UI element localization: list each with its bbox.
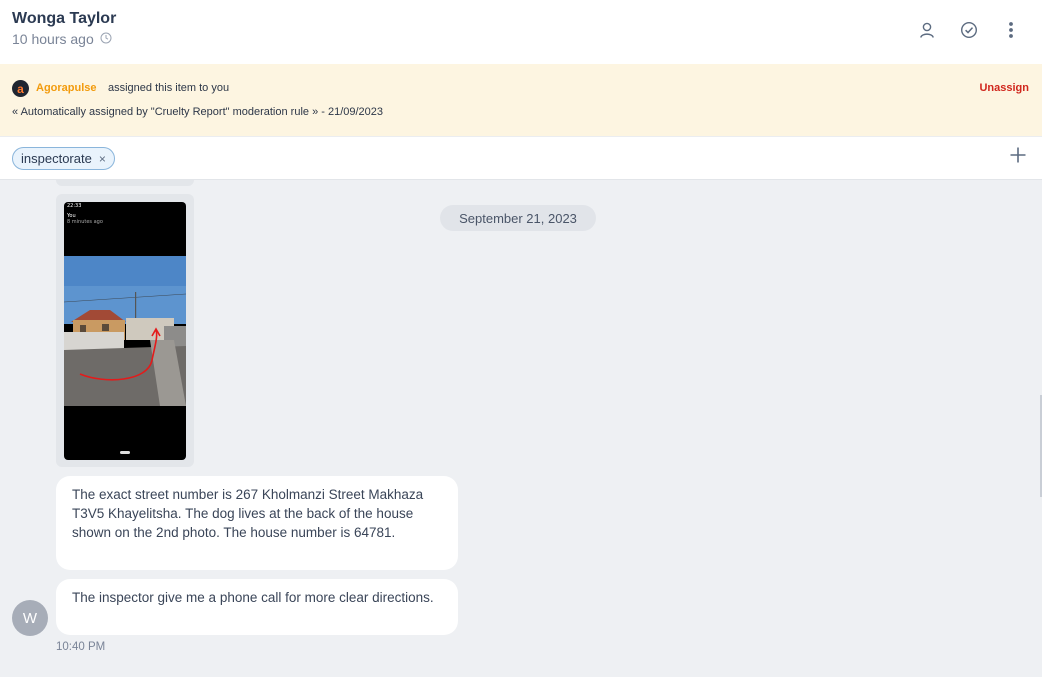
image-attachment[interactable]: 22:33 You 8 minutes ago — [56, 194, 194, 467]
check-circle-icon[interactable] — [958, 19, 980, 41]
plus-icon — [1010, 147, 1026, 168]
assignment-text: assigned this item to you — [108, 82, 230, 94]
more-vertical-icon[interactable] — [1000, 19, 1022, 41]
tag-remove-icon[interactable]: × — [99, 153, 106, 165]
phone-home-indicator — [120, 451, 130, 454]
phone-status-time: 22:33 — [67, 203, 82, 209]
agorapulse-logo-icon: a — [12, 80, 29, 97]
conversation-header: Wonga Taylor 10 hours ago — [0, 0, 1042, 64]
tag-label: inspectorate — [21, 151, 92, 166]
assigner-name: Agorapulse — [36, 82, 97, 94]
message-thread[interactable]: 22:33 You 8 minutes ago September 21, 20… — [0, 180, 1042, 677]
assign-user-icon[interactable] — [916, 19, 938, 41]
phone-toolbar-subtitle: 8 minutes ago — [67, 219, 103, 225]
clock-icon — [100, 31, 112, 47]
message-bubble[interactable]: The inspector give me a phone call for m… — [56, 579, 458, 635]
message-bubble[interactable]: The exact street number is 267 Kholmanzi… — [56, 476, 458, 570]
add-tag-button[interactable] — [1008, 147, 1028, 167]
phone-screenshot-image: 22:33 You 8 minutes ago — [64, 202, 186, 460]
tag-chip-inspectorate[interactable]: inspectorate × — [12, 147, 115, 170]
contact-last-seen: 10 hours ago — [12, 31, 112, 47]
time-ago-text: 10 hours ago — [12, 31, 94, 47]
unassign-button[interactable]: Unassign — [979, 82, 1029, 94]
previous-attachment — [56, 180, 194, 186]
assignment-banner — [0, 64, 1042, 136]
phone-toolbar: You 8 minutes ago — [67, 213, 103, 225]
auto-assignment-note: « Automatically assigned by "Cruelty Rep… — [12, 106, 384, 118]
avatar[interactable]: W — [12, 600, 48, 636]
street-photo-image — [64, 256, 186, 406]
date-separator: September 21, 2023 — [440, 205, 596, 231]
contact-name: Wonga Taylor — [12, 10, 117, 27]
message-timestamp: 10:40 PM — [56, 641, 106, 653]
tag-bar — [0, 136, 1042, 180]
